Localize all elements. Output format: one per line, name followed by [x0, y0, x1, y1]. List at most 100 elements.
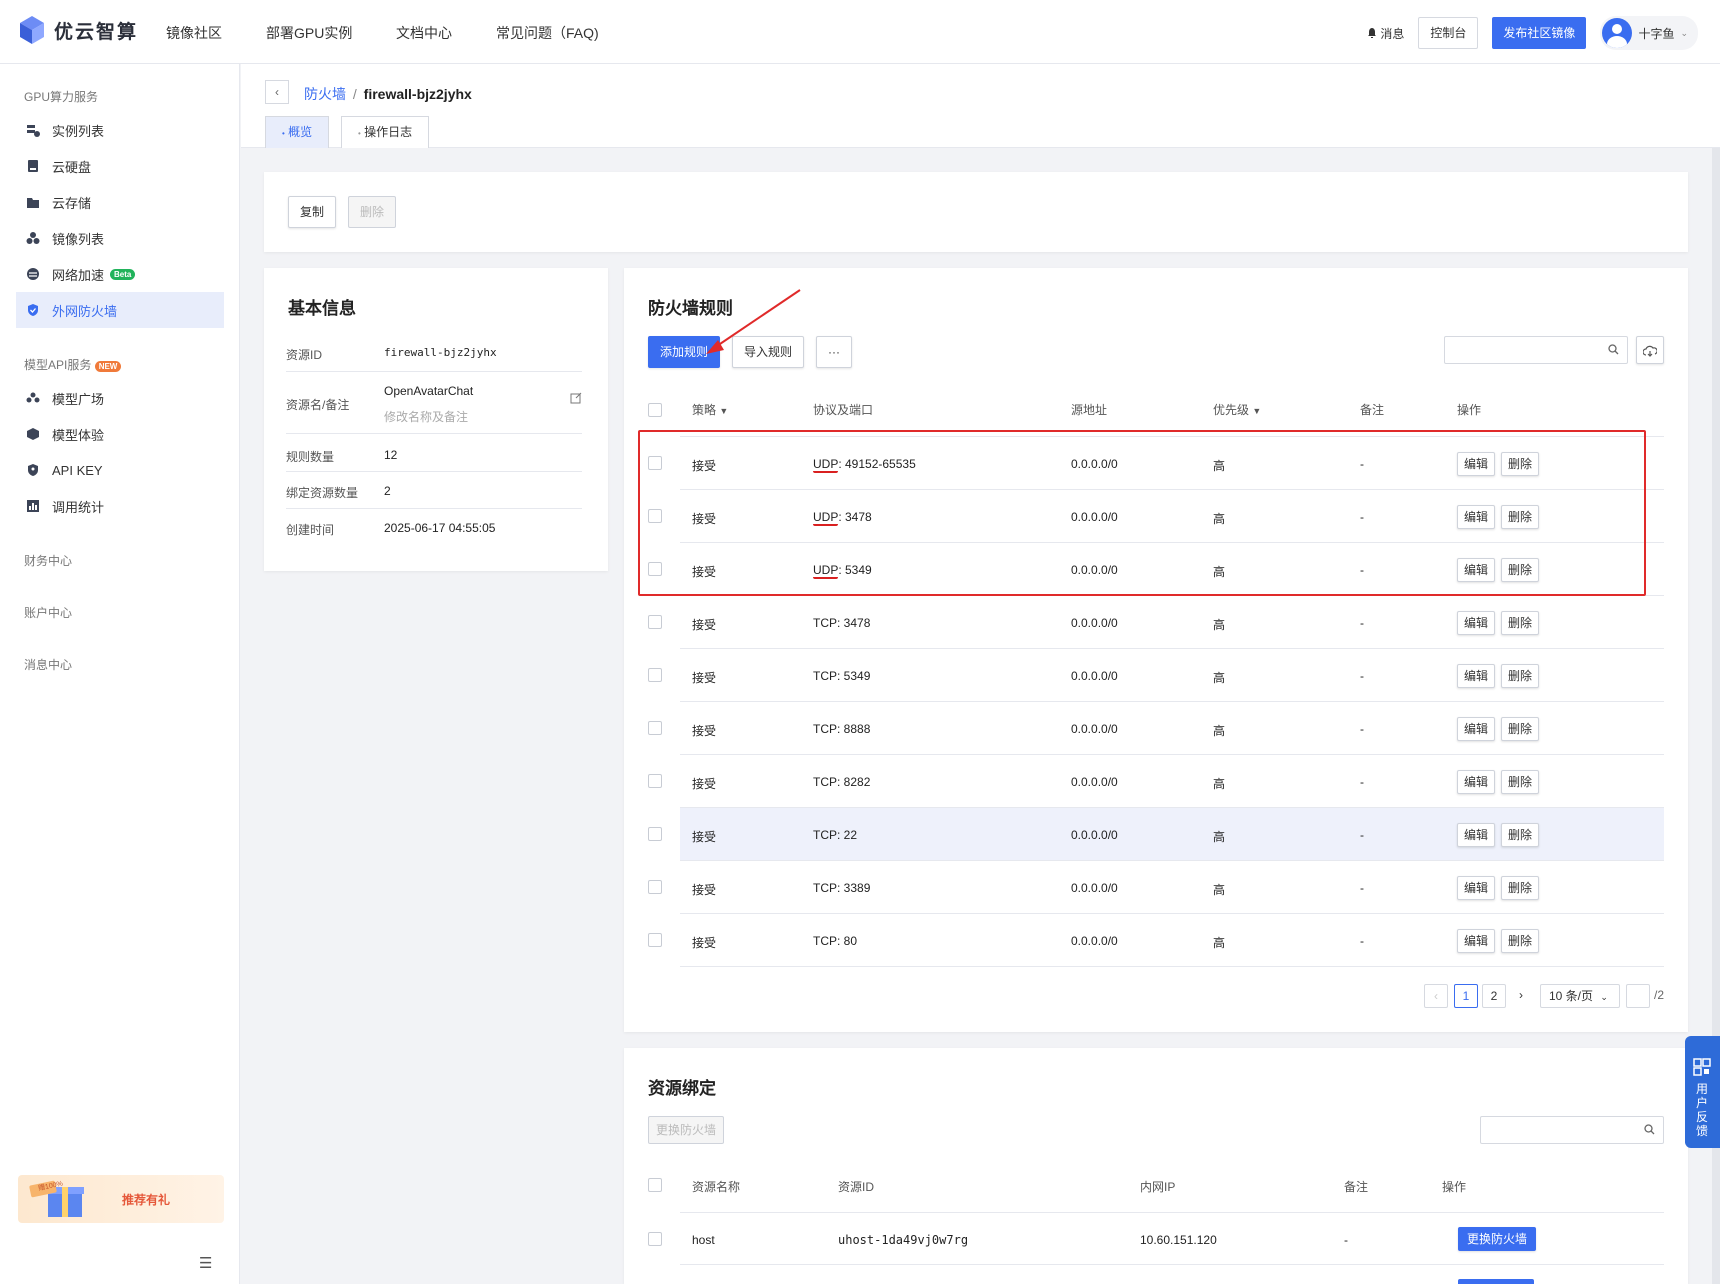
sidebar-item-firewall[interactable]: 外网防火墙 — [16, 292, 224, 328]
new-badge: NEW — [94, 361, 122, 372]
nav-docs[interactable]: 文档中心 — [396, 23, 452, 43]
edit-rule-button[interactable]: 编辑 — [1457, 929, 1496, 953]
edit-icon[interactable] — [570, 392, 582, 407]
row-checkbox[interactable] — [648, 668, 662, 682]
user-menu[interactable]: 十字鱼 ⌄ — [1600, 16, 1698, 50]
rules-search-input[interactable] — [1444, 336, 1628, 364]
col-policy[interactable]: 策略 ▼ — [692, 401, 728, 418]
info-row-created: 创建时间 2025-06-17 04:55:05 — [286, 521, 496, 537]
sidebar-item-cloud-storage[interactable]: 云存储 — [16, 184, 224, 220]
sidebar-section-finance[interactable]: 财务中心 — [24, 552, 72, 569]
nav-mirror-community[interactable]: 镜像社区 — [166, 23, 222, 43]
delete-rule-button[interactable]: 删除 — [1501, 770, 1540, 794]
remark-cell: - — [1360, 881, 1364, 895]
nav-faq[interactable]: 常见问题（FAQ) — [496, 23, 599, 43]
page-1-button[interactable]: 1 — [1454, 984, 1478, 1008]
priority-cell: 高 — [1213, 883, 1226, 897]
policy-cell: 接受 — [692, 936, 717, 950]
created-time: 2025-06-17 04:55:05 — [384, 521, 496, 535]
sidebar-item-model-plaza[interactable]: 模型广场 — [16, 380, 224, 416]
edit-rule-button[interactable]: 编辑 — [1457, 770, 1496, 794]
delete-rule-button[interactable]: 删除 — [1501, 823, 1540, 847]
delete-rule-button[interactable]: 删除 — [1501, 929, 1540, 953]
tab-operation-log[interactable]: • 操作日志 — [341, 116, 430, 148]
sidebar-item-model-trial[interactable]: 模型体验 — [16, 416, 224, 452]
row-checkbox[interactable] — [648, 1232, 662, 1246]
prev-page-button[interactable]: ‹ — [1424, 984, 1448, 1008]
more-button[interactable]: ··· — [816, 336, 852, 368]
sidebar-item-instances[interactable]: 实例列表 — [16, 112, 224, 148]
table-row: 接受 TCP: 3478 0.0.0.0/0 高 - 编辑 删除 — [648, 596, 1664, 649]
priority-cell: 高 — [1213, 724, 1226, 738]
tab-overview[interactable]: • 概览 — [265, 116, 330, 148]
sidebar-section-account[interactable]: 账户中心 — [24, 604, 72, 621]
next-page-button[interactable]: › — [1511, 984, 1531, 1008]
row-checkbox[interactable] — [648, 827, 662, 841]
delete-rule-button[interactable]: 删除 — [1501, 664, 1540, 688]
sidebar-item-cloud-disk[interactable]: 云硬盘 — [16, 148, 224, 184]
edit-rule-button[interactable]: 编辑 — [1457, 611, 1496, 635]
row-change-firewall-button[interactable]: 更换防火墙 — [1458, 1227, 1537, 1251]
delete-button[interactable]: 删除 — [348, 196, 396, 228]
sidebar-section-messages[interactable]: 消息中心 — [24, 656, 72, 673]
select-all-checkbox[interactable] — [648, 403, 662, 417]
row-checkbox[interactable] — [648, 880, 662, 894]
binding-title: 资源绑定 — [648, 1079, 716, 1098]
back-button[interactable]: ‹ — [265, 80, 289, 104]
next-row-button-edge[interactable] — [1458, 1279, 1534, 1284]
row-checkbox[interactable] — [648, 933, 662, 947]
row-checkbox[interactable] — [648, 774, 662, 788]
delete-rule-button[interactable]: 删除 — [1501, 876, 1540, 900]
binding-search-input[interactable] — [1480, 1116, 1664, 1144]
chevron-down-icon: ⌄ — [1600, 992, 1608, 1002]
port-text: : 3389 — [837, 881, 871, 895]
collapse-menu-icon[interactable]: ☰ — [199, 1254, 212, 1272]
edit-rule-button[interactable]: 编辑 — [1457, 717, 1496, 741]
resource-id-cell: uhost-1da49vj0w7rg — [838, 1233, 969, 1247]
download-button[interactable] — [1636, 336, 1664, 364]
row-checkbox[interactable] — [648, 721, 662, 735]
page-size-select[interactable]: 10 条/页 ⌄ — [1540, 984, 1620, 1008]
delete-rule-button[interactable]: 删除 — [1501, 717, 1540, 741]
copy-button[interactable]: 复制 — [288, 196, 336, 228]
chevron-left-icon: ‹ — [275, 85, 279, 99]
protocol-text: TCP — [813, 881, 837, 895]
source-cell: 0.0.0.0/0 — [1071, 616, 1118, 630]
sidebar-item-usage-stats[interactable]: 调用统计 — [16, 488, 224, 524]
publish-image-button[interactable]: 发布社区镜像 — [1492, 17, 1587, 49]
filter-icon: ▼ — [1252, 406, 1262, 416]
change-firewall-button[interactable]: 更换防火墙 — [648, 1116, 724, 1144]
sidebar-item-images[interactable]: 镜像列表 — [16, 220, 224, 256]
protocol-text: TCP — [813, 934, 837, 948]
sidebar-item-network-accel[interactable]: 网络加速 Beta — [16, 256, 224, 292]
policy-cell: 接受 — [692, 830, 717, 844]
priority-cell: 高 — [1213, 618, 1226, 632]
messages-link[interactable]: 消息 — [1367, 25, 1404, 42]
edit-rule-button[interactable]: 编辑 — [1457, 823, 1496, 847]
sidebar-item-label: 外网防火墙 — [52, 303, 118, 319]
page-2-button[interactable]: 2 — [1482, 984, 1506, 1008]
console-button[interactable]: 控制台 — [1418, 17, 1479, 49]
feedback-float[interactable]: 用户反馈 — [1685, 1036, 1720, 1148]
policy-cell: 接受 — [692, 724, 717, 738]
col-priority[interactable]: 优先级 ▼ — [1213, 401, 1261, 418]
nav-deploy-gpu[interactable]: 部署GPU实例 — [266, 23, 352, 43]
row-checkbox[interactable] — [648, 615, 662, 629]
edit-rule-button[interactable]: 编辑 — [1457, 876, 1496, 900]
col-remark: 备注 — [1360, 403, 1385, 417]
sidebar-item-label: 云硬盘 — [52, 159, 92, 175]
sidebar-item-label: API KEY — [52, 462, 103, 478]
edit-rule-button[interactable]: 编辑 — [1457, 664, 1496, 688]
logo[interactable]: 优云智算 — [18, 14, 138, 46]
referral-banner[interactable]: 赠100% 推荐有礼 — [18, 1175, 224, 1223]
page-jump-input[interactable] — [1626, 984, 1650, 1008]
breadcrumb-firewall[interactable]: 防火墙 — [304, 86, 346, 102]
disk-icon — [26, 159, 40, 173]
rule-count: 12 — [384, 448, 398, 462]
source-cell: 0.0.0.0/0 — [1071, 828, 1118, 842]
binding-select-all-checkbox[interactable] — [648, 1178, 662, 1192]
action-panel: 复制 删除 — [264, 172, 1688, 252]
sidebar-item-api-key[interactable]: API KEY — [16, 452, 224, 488]
priority-cell: 高 — [1213, 830, 1226, 844]
delete-rule-button[interactable]: 删除 — [1501, 611, 1540, 635]
